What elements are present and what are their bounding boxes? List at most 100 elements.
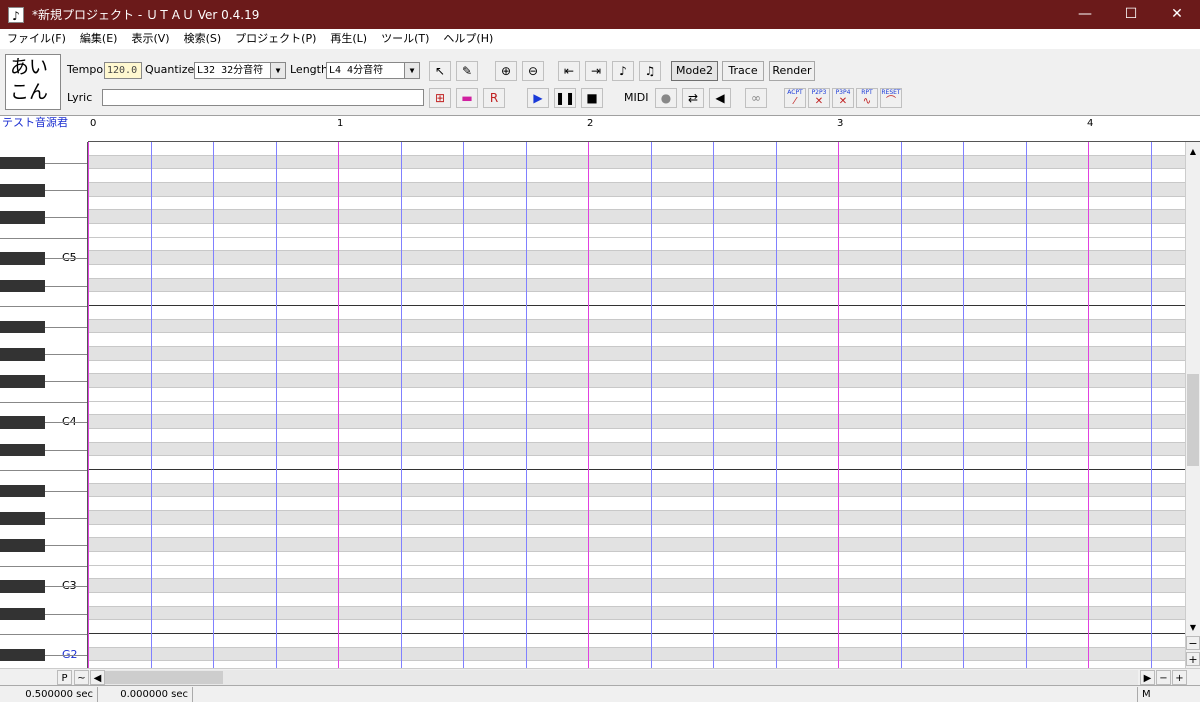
grid-row[interactable] — [88, 224, 1185, 238]
minimize-button[interactable]: — — [1062, 0, 1108, 29]
maximize-button[interactable]: ☐ — [1108, 0, 1154, 29]
zoom-out-button[interactable]: ⊖ — [522, 61, 544, 81]
horizontal-zoom-in-button[interactable]: + — [1172, 670, 1187, 685]
grid-row[interactable] — [88, 320, 1185, 333]
black-key[interactable] — [0, 348, 45, 361]
go-to-start-button[interactable]: ⇤ — [558, 61, 580, 81]
menu-search[interactable]: 検索(S) — [177, 29, 229, 49]
reset-button[interactable]: RESET ⌒ — [880, 88, 902, 108]
quantize-select[interactable]: L32 32分音符 ▼ — [194, 62, 286, 79]
grid-row[interactable] — [88, 197, 1185, 210]
menu-file[interactable]: ファイル(F) — [0, 29, 73, 49]
length-select[interactable]: L4 4分音符 ▼ — [326, 62, 420, 79]
scroll-up-icon[interactable]: ▲ — [1186, 144, 1200, 159]
grid-row[interactable] — [88, 607, 1185, 620]
black-key[interactable] — [0, 157, 45, 169]
menu-view[interactable]: 表示(V) — [124, 29, 176, 49]
speaker-button[interactable]: ◀ — [709, 88, 731, 108]
grid-row[interactable] — [88, 634, 1185, 648]
grid-row[interactable] — [88, 347, 1185, 361]
grid-row[interactable] — [88, 470, 1185, 484]
grid-row[interactable] — [88, 648, 1185, 661]
menu-help[interactable]: ヘルプ(H) — [436, 29, 500, 49]
black-key[interactable] — [0, 280, 45, 292]
vertical-scroll-thumb[interactable] — [1187, 374, 1199, 466]
insert-rest-button[interactable]: R — [483, 88, 505, 108]
grid-row[interactable] — [88, 306, 1185, 320]
tempo-input[interactable]: 120.0 — [104, 62, 142, 79]
insert-note-button[interactable]: ⊞ — [429, 88, 451, 108]
grid-row[interactable] — [88, 361, 1185, 374]
p2p3-button[interactable]: P2P3 ✕ — [808, 88, 830, 108]
stop-button[interactable]: ■ — [581, 88, 603, 108]
black-key[interactable] — [0, 485, 45, 497]
lyric-input[interactable] — [102, 89, 424, 106]
previous-note-button[interactable]: ♪ — [612, 61, 634, 81]
grid-row[interactable] — [88, 511, 1185, 525]
black-key[interactable] — [0, 580, 45, 593]
next-note-button[interactable]: ♫ — [639, 61, 661, 81]
menu-project[interactable]: プロジェクト(P) — [228, 29, 323, 49]
vertical-zoom-out-button[interactable]: − — [1186, 636, 1200, 650]
acpt-button[interactable]: ACPT ⁄ — [784, 88, 806, 108]
grid-row[interactable] — [88, 251, 1185, 265]
measure-ruler[interactable]: 0 1 2 3 4 — [88, 116, 1200, 142]
grid-row[interactable] — [88, 210, 1185, 224]
scroll-down-icon[interactable]: ▼ — [1186, 620, 1200, 635]
tilde-toggle-button[interactable]: ~ — [74, 670, 89, 685]
aikon-logo[interactable]: あい こん — [5, 54, 61, 110]
scroll-left-icon[interactable]: ◀ — [90, 670, 105, 685]
grid-row[interactable] — [88, 388, 1185, 402]
go-to-end-button[interactable]: ⇥ — [585, 61, 607, 81]
metronome-button[interactable]: ∞ — [745, 88, 767, 108]
grid-row[interactable] — [88, 484, 1185, 497]
horizontal-scroll-thumb[interactable] — [105, 671, 223, 684]
black-key[interactable] — [0, 184, 45, 197]
black-key[interactable] — [0, 649, 45, 661]
grid-row[interactable] — [88, 443, 1185, 456]
black-key[interactable] — [0, 211, 45, 224]
black-key[interactable] — [0, 539, 45, 552]
grid-row[interactable] — [88, 333, 1185, 347]
black-key[interactable] — [0, 444, 45, 456]
singer-name[interactable]: テスト音源君 — [0, 116, 88, 130]
grid-row[interactable] — [88, 538, 1185, 552]
grid-row[interactable] — [88, 497, 1185, 511]
grid-row[interactable] — [88, 620, 1185, 634]
black-key[interactable] — [0, 321, 45, 333]
black-key[interactable] — [0, 416, 45, 429]
piano-keyboard[interactable]: C5 C4 C3 G2 — [0, 142, 88, 668]
grid-row[interactable] — [88, 429, 1185, 443]
horizontal-zoom-out-button[interactable]: − — [1156, 670, 1171, 685]
grid-row[interactable] — [88, 279, 1185, 292]
grid-row[interactable] — [88, 292, 1185, 306]
grid-row[interactable] — [88, 183, 1185, 197]
midi-loop-button[interactable]: ⇄ — [682, 88, 704, 108]
close-button[interactable]: ✕ — [1154, 0, 1200, 29]
black-key[interactable] — [0, 252, 45, 265]
rpt-button[interactable]: RPT ∿ — [856, 88, 878, 108]
grid-row[interactable] — [88, 238, 1185, 251]
menu-edit[interactable]: 編集(E) — [73, 29, 125, 49]
grid-row[interactable] — [88, 566, 1185, 579]
grid-row[interactable] — [88, 374, 1185, 388]
grid-row[interactable] — [88, 456, 1185, 470]
pointer-tool-button[interactable]: ↖ — [429, 61, 451, 81]
delete-note-button[interactable]: ▬ — [456, 88, 478, 108]
black-key[interactable] — [0, 512, 45, 525]
pause-button[interactable]: ❚❚ — [554, 88, 576, 108]
play-button[interactable]: ▶ — [527, 88, 549, 108]
mode2-button[interactable]: Mode2 — [671, 61, 718, 81]
grid-row[interactable] — [88, 169, 1185, 183]
render-button[interactable]: Render — [769, 61, 815, 81]
menu-tools[interactable]: ツール(T) — [374, 29, 436, 49]
grid-row[interactable] — [88, 552, 1185, 566]
trace-button[interactable]: Trace — [722, 61, 764, 81]
pitch-toggle-button[interactable]: P — [57, 670, 72, 685]
grid-row[interactable] — [88, 402, 1185, 415]
grid-row[interactable] — [88, 156, 1185, 169]
horizontal-scroll-track[interactable] — [105, 670, 1138, 685]
vertical-zoom-in-button[interactable]: + — [1186, 652, 1200, 666]
p3p4-button[interactable]: P3P4 ✕ — [832, 88, 854, 108]
note-grid[interactable] — [88, 142, 1185, 668]
